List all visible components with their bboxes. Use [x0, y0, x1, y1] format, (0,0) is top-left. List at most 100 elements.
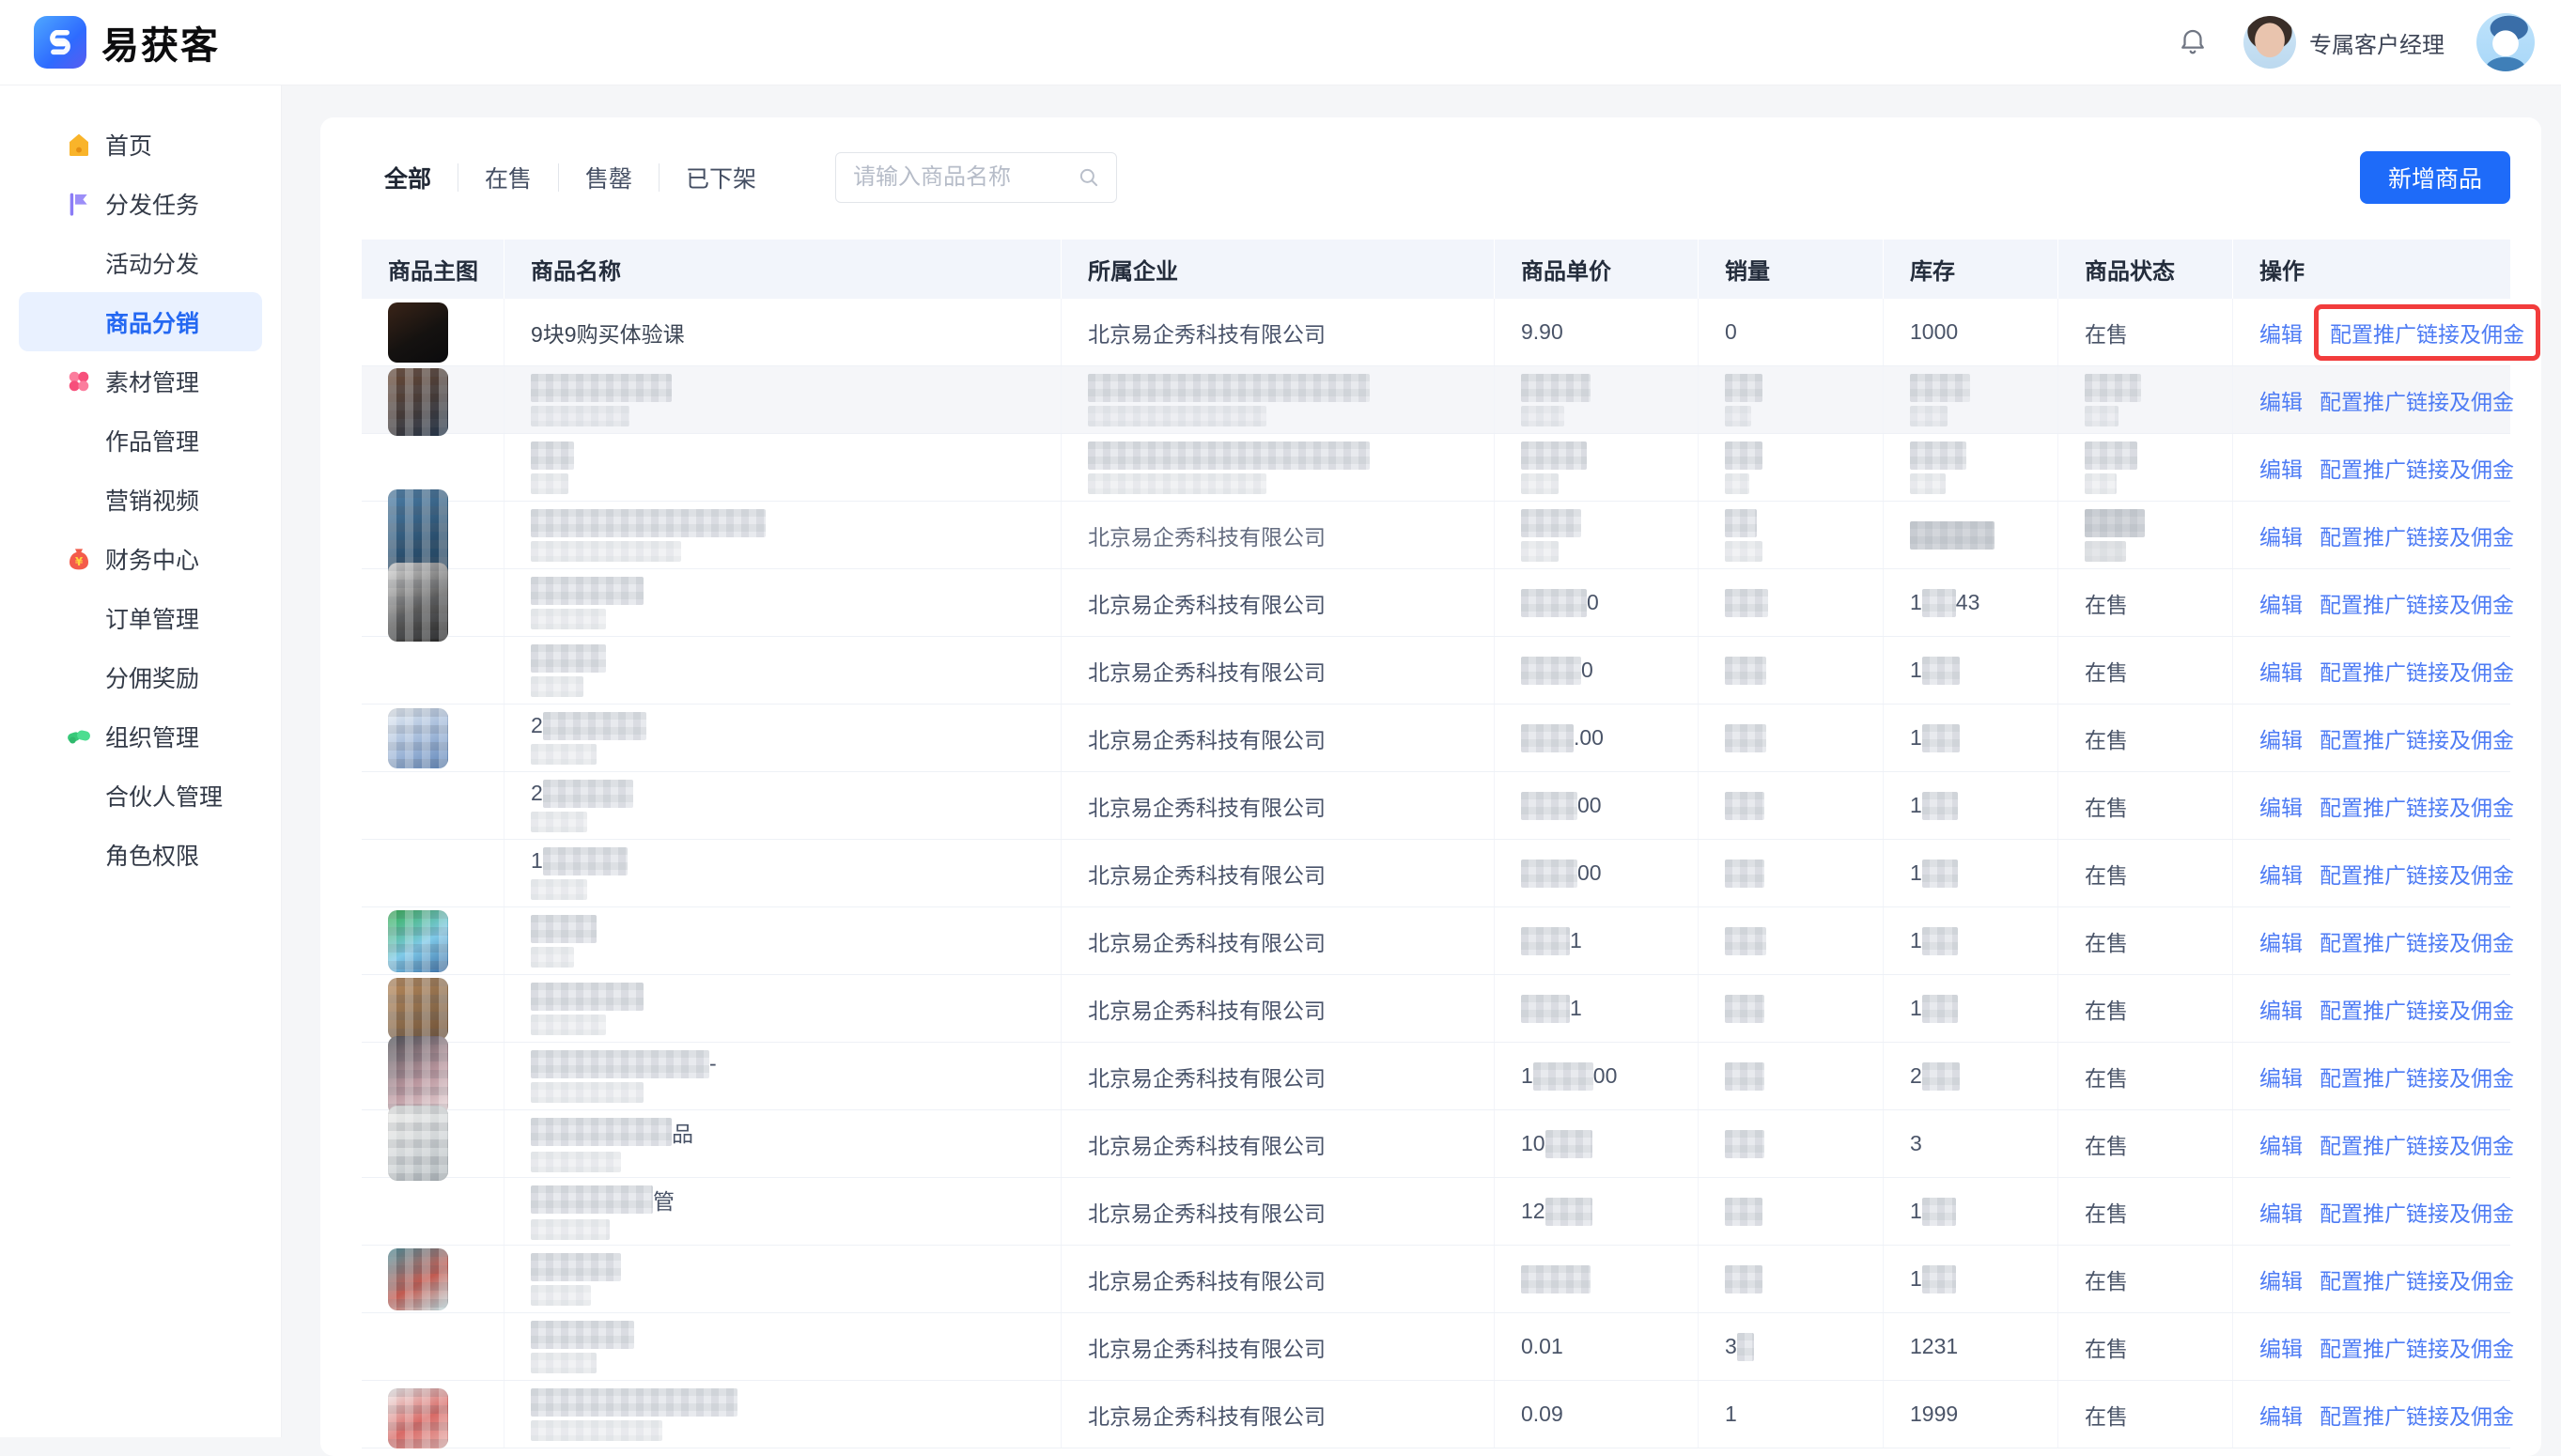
- edit-link[interactable]: 编辑: [2259, 1263, 2303, 1295]
- product-name-cell: [504, 434, 1062, 501]
- edit-link[interactable]: 编辑: [2259, 317, 2303, 349]
- status-cell: 在售: [2058, 907, 2233, 974]
- sidebar-item-10[interactable]: 分佣奖励: [19, 647, 262, 706]
- search-input[interactable]: [851, 163, 1077, 192]
- tab-3[interactable]: 售罄: [559, 161, 659, 194]
- config-promo-link[interactable]: 配置推广链接及佣金: [2320, 655, 2514, 687]
- tab-4[interactable]: 已下架: [660, 161, 783, 194]
- edit-link[interactable]: 编辑: [2259, 1399, 2303, 1431]
- sidebar-item-12[interactable]: 合伙人管理: [19, 766, 262, 825]
- blurred-data: [1922, 1062, 1960, 1091]
- sales-cell: [1699, 975, 1884, 1042]
- company-cell: [1062, 366, 1495, 433]
- status-cell: [2058, 434, 2233, 501]
- config-promo-link[interactable]: 配置推广链接及佣金: [2320, 452, 2514, 484]
- sidebar-item-6[interactable]: 作品管理: [19, 410, 262, 470]
- notification-bell-icon[interactable]: [2174, 23, 2212, 61]
- config-promo-link[interactable]: 配置推广链接及佣金: [2320, 925, 2514, 957]
- config-promo-link[interactable]: 配置推广链接及佣金: [2320, 1399, 2514, 1431]
- config-promo-link[interactable]: 配置推广链接及佣金: [2320, 1196, 2514, 1228]
- blurred-data: [543, 780, 633, 808]
- config-promo-link[interactable]: 配置推广链接及佣金: [2320, 1263, 2514, 1295]
- config-promo-link[interactable]: 配置推广链接及佣金: [2320, 587, 2514, 619]
- blurred-data: [2085, 406, 2119, 426]
- config-promo-link[interactable]: 配置推广链接及佣金: [2320, 1331, 2514, 1363]
- company-cell: 北京易企秀科技有限公司: [1062, 637, 1495, 704]
- config-promo-link[interactable]: 配置推广链接及佣金: [2320, 1128, 2514, 1160]
- table-row: 北京易企秀科技有限公司编辑配置推广链接及佣金: [362, 502, 2510, 569]
- cell-fragment: -: [709, 1051, 717, 1077]
- sidebar-item-13[interactable]: 角色权限: [19, 825, 262, 884]
- blurred-data: [531, 1050, 709, 1078]
- cell-text: 北京易企秀科技有限公司: [1088, 1196, 1326, 1228]
- config-promo-link[interactable]: 配置推广链接及佣金: [2320, 384, 2514, 416]
- actions-cell: 编辑配置推广链接及佣金: [2233, 1313, 2510, 1380]
- blurred-data: [531, 879, 587, 900]
- config-promo-link[interactable]: 配置推广链接及佣金: [2320, 1061, 2514, 1092]
- cell-text: 0.09: [1521, 1402, 1563, 1427]
- config-promo-link[interactable]: 配置推广链接及佣金: [2330, 322, 2524, 347]
- blurred-data: [1521, 406, 1564, 426]
- sidebar-item-label: 财务中心: [105, 542, 199, 576]
- config-promo-link[interactable]: 配置推广链接及佣金: [2320, 519, 2514, 551]
- product-image-cell: [362, 637, 504, 704]
- sidebar-item-1[interactable]: 首页: [19, 115, 262, 174]
- customer-service-avatar[interactable]: [2476, 13, 2535, 71]
- stock-cell: 1: [1884, 637, 2058, 704]
- add-product-button[interactable]: 新增商品: [2360, 151, 2510, 204]
- product-search-box[interactable]: [835, 152, 1117, 203]
- sidebar-item-11[interactable]: 组织管理: [19, 706, 262, 766]
- edit-link[interactable]: 编辑: [2259, 1128, 2303, 1160]
- edit-link[interactable]: 编辑: [2259, 790, 2303, 822]
- edit-link[interactable]: 编辑: [2259, 655, 2303, 687]
- status-cell: 在售: [2058, 299, 2233, 365]
- sidebar-item-label: 素材管理: [105, 364, 199, 398]
- cell-text: 在售: [2085, 655, 2128, 687]
- blurred-data: [2085, 374, 2141, 402]
- sidebar-item-3[interactable]: 活动分发: [19, 233, 262, 292]
- actions-cell: 编辑配置推广链接及佣金: [2233, 1043, 2510, 1109]
- product-name-cell: 2: [504, 705, 1062, 771]
- config-promo-link[interactable]: 配置推广链接及佣金: [2320, 790, 2514, 822]
- sidebar-item-5[interactable]: 素材管理: [19, 351, 262, 410]
- edit-link[interactable]: 编辑: [2259, 1196, 2303, 1228]
- edit-link[interactable]: 编辑: [2259, 993, 2303, 1025]
- tab-1[interactable]: 全部: [384, 161, 458, 194]
- cell-fragment: 10: [1521, 1131, 1545, 1156]
- table-row: 品北京易企秀科技有限公司103在售编辑配置推广链接及佣金: [362, 1110, 2510, 1178]
- edit-link[interactable]: 编辑: [2259, 452, 2303, 484]
- sidebar-item-8[interactable]: ¥财务中心: [19, 529, 262, 588]
- sidebar-item-7[interactable]: 营销视频: [19, 470, 262, 529]
- sidebar-item-9[interactable]: 订单管理: [19, 588, 262, 647]
- product-thumbnail: [388, 708, 448, 768]
- blurred-data: [531, 947, 574, 968]
- sidebar-item-4[interactable]: 商品分销: [19, 292, 262, 351]
- cell-text: 在售: [2085, 993, 2128, 1025]
- stock-cell: 1: [1884, 975, 2058, 1042]
- edit-link[interactable]: 编辑: [2259, 858, 2303, 890]
- table-row: 9块9购买体验课北京易企秀科技有限公司9.9001000在售编辑配置推广链接及佣…: [362, 299, 2510, 366]
- sidebar-item-2[interactable]: 分发任务: [19, 174, 262, 233]
- cell-fragment: 1: [1910, 996, 1922, 1021]
- edit-link[interactable]: 编辑: [2259, 722, 2303, 754]
- blurred-data: [1725, 406, 1751, 426]
- config-promo-link[interactable]: 配置推广链接及佣金: [2320, 858, 2514, 890]
- config-promo-link[interactable]: 配置推广链接及佣金: [2320, 993, 2514, 1025]
- edit-link[interactable]: 编辑: [2259, 925, 2303, 957]
- blurred-data: [1725, 1198, 1762, 1226]
- edit-link[interactable]: 编辑: [2259, 587, 2303, 619]
- manager-avatar[interactable]: [2243, 16, 2296, 69]
- cell-text: 在售: [2085, 790, 2128, 822]
- edit-link[interactable]: 编辑: [2259, 1061, 2303, 1092]
- edit-link[interactable]: 编辑: [2259, 384, 2303, 416]
- cell-fragment: 1: [1910, 860, 1922, 886]
- price-cell: [1495, 1246, 1699, 1312]
- config-promo-link[interactable]: 配置推广链接及佣金: [2320, 722, 2514, 754]
- tab-2[interactable]: 在售: [458, 161, 558, 194]
- edit-link[interactable]: 编辑: [2259, 519, 2303, 551]
- blurred-data: [1521, 724, 1574, 752]
- column-header-8: 操作: [2233, 240, 2510, 299]
- edit-link[interactable]: 编辑: [2259, 1331, 2303, 1363]
- price-cell: 12: [1495, 1178, 1699, 1245]
- table-row: 北京易企秀科技有限公司0143在售编辑配置推广链接及佣金: [362, 569, 2510, 637]
